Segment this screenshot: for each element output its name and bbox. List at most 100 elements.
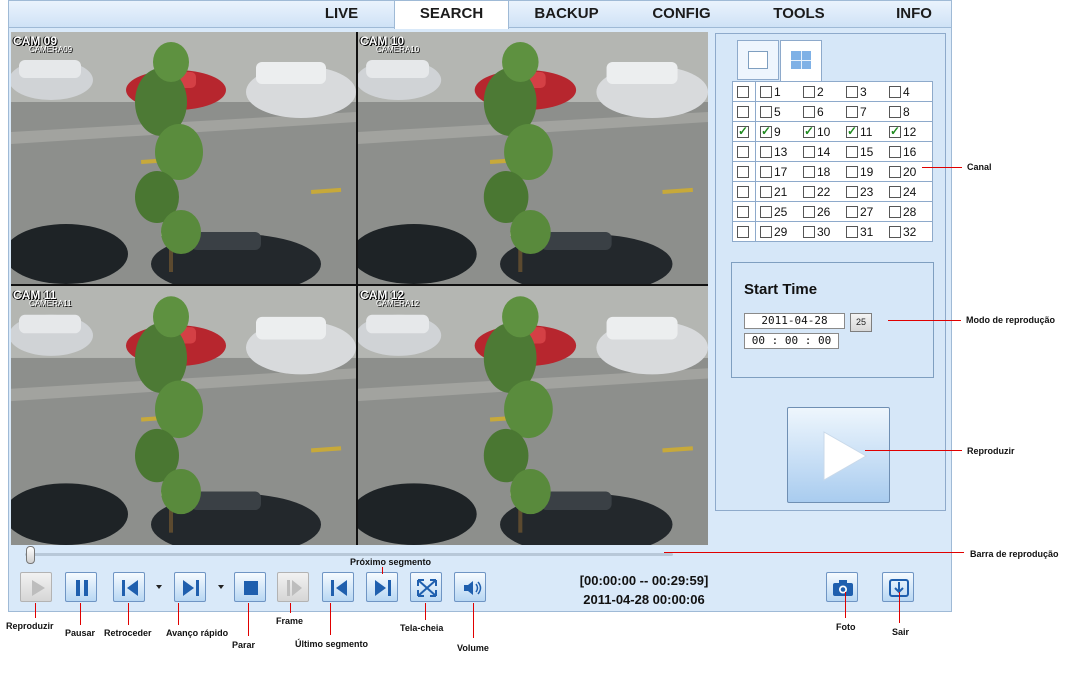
channel-checkbox[interactable]: [846, 124, 858, 138]
channel-option[interactable]: 8: [889, 105, 932, 119]
tab-backup[interactable]: BACKUP: [519, 1, 614, 28]
channel-option[interactable]: 19: [846, 165, 889, 179]
single-view-button[interactable]: [737, 40, 779, 80]
row-select-checkbox[interactable]: [737, 225, 749, 238]
row-select-checkbox[interactable]: [737, 145, 749, 158]
channel-checkbox[interactable]: [846, 85, 858, 98]
channel-checkbox[interactable]: [889, 185, 901, 198]
channel-checkbox[interactable]: [889, 105, 901, 118]
channel-checkbox[interactable]: [803, 225, 815, 238]
snapshot-button[interactable]: [826, 572, 858, 602]
channel-checkbox[interactable]: [803, 165, 815, 178]
channel-option[interactable]: 10: [803, 124, 846, 139]
channel-option[interactable]: 3: [846, 85, 889, 99]
channel-checkbox[interactable]: [760, 145, 772, 158]
fullscreen-button[interactable]: [410, 572, 442, 602]
channel-checkbox[interactable]: [803, 205, 815, 218]
channel-option[interactable]: 25: [760, 205, 803, 219]
channel-option[interactable]: 16: [889, 145, 932, 159]
channel-option[interactable]: 17: [760, 165, 803, 179]
channel-option[interactable]: 31: [846, 225, 889, 239]
channel-checkbox[interactable]: [889, 165, 901, 178]
row-select-checkbox[interactable]: [737, 85, 749, 98]
channel-checkbox[interactable]: [803, 85, 815, 98]
channel-option[interactable]: 4: [889, 85, 932, 99]
channel-checkbox[interactable]: [846, 105, 858, 118]
channel-checkbox[interactable]: [846, 205, 858, 218]
pause-button[interactable]: [65, 572, 97, 602]
channel-option[interactable]: 27: [846, 205, 889, 219]
channel-checkbox[interactable]: [760, 105, 772, 118]
channel-option[interactable]: 28: [889, 205, 932, 219]
channel-checkbox[interactable]: [760, 85, 772, 98]
big-play-button[interactable]: [787, 407, 890, 503]
camera-tile[interactable]: CAM 10 CAMERA10: [358, 32, 708, 284]
channel-option[interactable]: 24: [889, 185, 932, 199]
calendar-icon[interactable]: 25: [850, 313, 872, 332]
channel-option[interactable]: 32: [889, 225, 932, 239]
channel-checkbox[interactable]: [889, 124, 901, 138]
channel-option[interactable]: 29: [760, 225, 803, 239]
channel-option[interactable]: 12: [889, 124, 932, 139]
channel-option[interactable]: 22: [803, 185, 846, 199]
start-time-field[interactable]: 00 : 00 : 00: [744, 333, 839, 349]
channel-checkbox[interactable]: [803, 124, 815, 138]
playback-progress-bar[interactable]: [25, 553, 673, 556]
frame-button[interactable]: [277, 572, 309, 602]
channel-option[interactable]: 13: [760, 145, 803, 159]
channel-checkbox[interactable]: [846, 165, 858, 178]
play-button[interactable]: [20, 572, 52, 602]
camera-tile[interactable]: CAM 12 CAMERA12: [358, 286, 708, 545]
channel-option[interactable]: 18: [803, 165, 846, 179]
fast-forward-speed-dropdown-icon[interactable]: [218, 585, 224, 589]
channel-checkbox[interactable]: [803, 145, 815, 158]
channel-option[interactable]: 23: [846, 185, 889, 199]
channel-checkbox[interactable]: [846, 225, 858, 238]
start-date-field[interactable]: 2011-04-28: [744, 313, 845, 329]
channel-option[interactable]: 7: [846, 105, 889, 119]
channel-checkbox[interactable]: [803, 105, 815, 118]
tab-config[interactable]: CONFIG: [634, 1, 729, 28]
channel-checkbox[interactable]: [846, 145, 858, 158]
channel-checkbox[interactable]: [889, 225, 901, 238]
channel-option[interactable]: 15: [846, 145, 889, 159]
channel-checkbox[interactable]: [760, 185, 772, 198]
channel-option[interactable]: 30: [803, 225, 846, 239]
channel-checkbox[interactable]: [760, 165, 772, 178]
rewind-button[interactable]: [113, 572, 145, 602]
tab-search[interactable]: SEARCH: [394, 1, 509, 29]
next-segment-button[interactable]: [366, 572, 398, 602]
channel-checkbox[interactable]: [760, 205, 772, 218]
volume-button[interactable]: [454, 572, 486, 602]
channel-checkbox[interactable]: [760, 225, 772, 238]
channel-option[interactable]: 26: [803, 205, 846, 219]
channel-checkbox[interactable]: [889, 85, 901, 98]
row-select-checkbox[interactable]: [737, 205, 749, 218]
exit-button[interactable]: [882, 572, 914, 602]
camera-tile[interactable]: CAM 09 CAMERA09: [11, 32, 356, 284]
channel-option[interactable]: 5: [760, 105, 803, 119]
channel-option[interactable]: 1: [760, 85, 803, 99]
channel-option[interactable]: 14: [803, 145, 846, 159]
channel-option[interactable]: 11: [846, 124, 889, 139]
fast-forward-button[interactable]: [174, 572, 206, 602]
prev-segment-button[interactable]: [322, 572, 354, 602]
stop-button[interactable]: [234, 572, 266, 602]
camera-tile[interactable]: CAM 11 CAMERA11: [11, 286, 356, 545]
tab-tools[interactable]: TOOLS: [754, 1, 844, 28]
channel-checkbox[interactable]: [803, 185, 815, 198]
channel-option[interactable]: 9: [760, 124, 803, 139]
channel-checkbox[interactable]: [889, 205, 901, 218]
tab-info[interactable]: INFO: [879, 1, 949, 28]
tab-live[interactable]: LIVE: [299, 1, 384, 28]
row-select-checkbox[interactable]: [737, 124, 749, 138]
row-select-checkbox[interactable]: [737, 105, 749, 118]
playback-progress-knob[interactable]: [26, 546, 35, 564]
channel-option[interactable]: 21: [760, 185, 803, 199]
rewind-speed-dropdown-icon[interactable]: [156, 585, 162, 589]
channel-checkbox[interactable]: [760, 124, 772, 138]
channel-checkbox[interactable]: [889, 145, 901, 158]
channel-option[interactable]: 2: [803, 85, 846, 99]
quad-view-button[interactable]: [780, 40, 822, 81]
channel-checkbox[interactable]: [846, 185, 858, 198]
